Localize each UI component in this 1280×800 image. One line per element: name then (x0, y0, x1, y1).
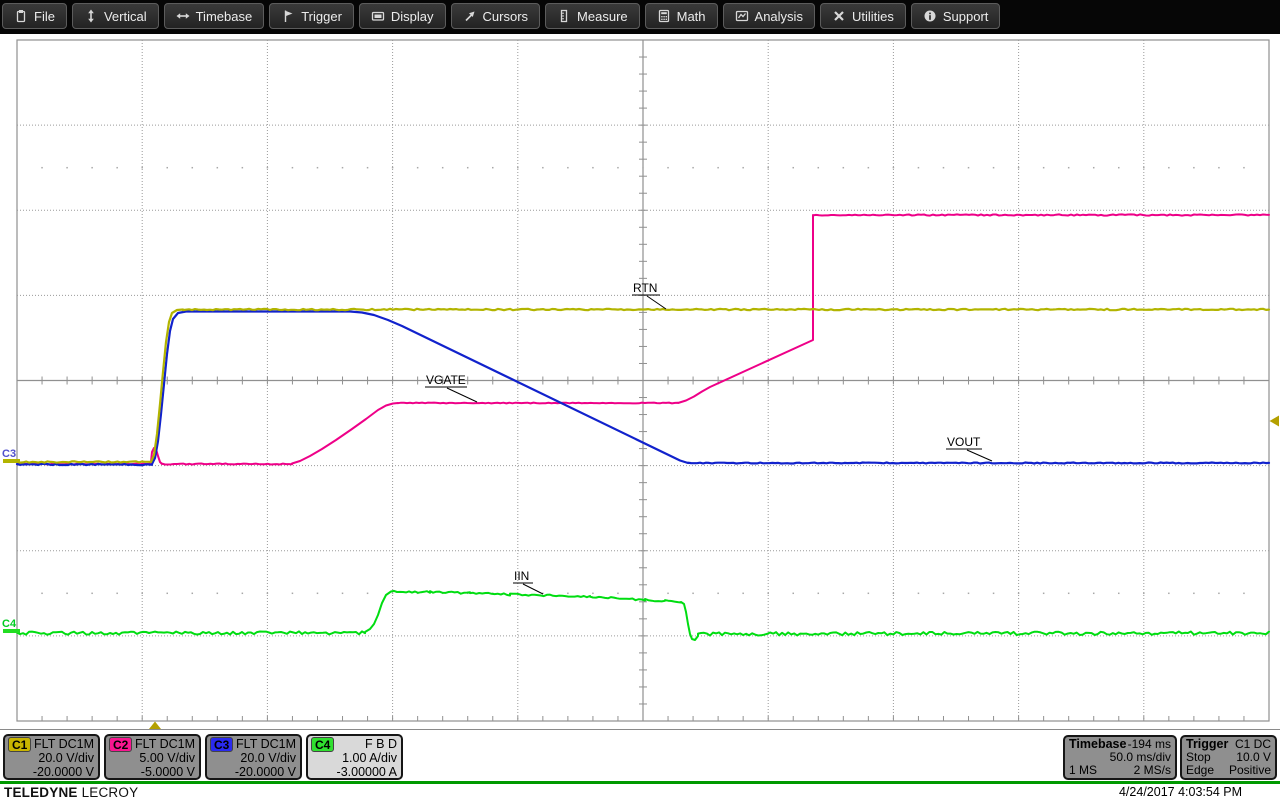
channel-marker-c3: C3 (2, 448, 16, 460)
horizontal-arrows-icon (176, 9, 190, 23)
menu-trigger-label: Trigger (301, 8, 342, 24)
bottom-panel: C1 FLT DC1M 20.0 V/div -20.0000 V C2 FLT… (0, 729, 1280, 781)
menu-vertical[interactable]: Vertical (71, 3, 159, 29)
menu-analysis[interactable]: Analysis (722, 3, 815, 29)
menu-math[interactable]: Math (644, 3, 718, 29)
info-icon (923, 9, 937, 23)
vertical-arrows-icon (84, 9, 98, 23)
timebase-samples: 1 MS (1069, 763, 1098, 777)
timebase-box[interactable]: Timebase -194 ms 50.0 ms/div 1 MS 2 MS/s (1063, 735, 1177, 780)
c4-chip: C4 (311, 737, 335, 752)
c2-coupling: FLT DC1M (135, 736, 195, 751)
c3-coupling: FLT DC1M (236, 736, 296, 751)
c1-scale: 20.0 V/div (38, 751, 94, 765)
grid (16, 39, 1270, 722)
trigger-slope: Positive (1228, 763, 1271, 777)
c3-chip: C3 (210, 737, 234, 752)
trace-label-vout: VOUT (947, 435, 981, 449)
c2-chip: C2 (109, 737, 133, 752)
brand-teledyne: TELEDYNE (4, 785, 78, 800)
footer: TELEDYNE LECROY 4/24/2017 4:03:54 PM (0, 784, 1280, 800)
menu-vertical-label: Vertical (103, 8, 147, 24)
scope-graticule: RTN VGATE VOUT IIN C3 C4 (2, 39, 1279, 729)
c3-offset: -20.0000 V (234, 764, 296, 779)
tools-icon (832, 9, 846, 23)
channel-marker-c4: C4 (2, 618, 17, 630)
trace-label-rtn: RTN (633, 281, 657, 295)
ruler-icon (557, 9, 571, 23)
trigger-level-marker (1269, 415, 1279, 427)
menu-utilities[interactable]: Utilities (819, 3, 906, 29)
display-icon (371, 9, 385, 23)
channel-box-c4[interactable]: C4 F B D 1.00 A/div -3.00000 A (306, 734, 403, 780)
c3-scale: 20.0 V/div (240, 751, 296, 765)
trigger-box[interactable]: Trigger C1 DC Stop 10.0 V Edge Positive (1180, 735, 1277, 780)
channel-box-c3[interactable]: C3 FLT DC1M 20.0 V/div -20.0000 V (205, 734, 302, 780)
menu-measure-label: Measure (577, 8, 628, 24)
menu-analysis-label: Analysis (754, 8, 803, 24)
menu-utilities-label: Utilities (851, 8, 894, 24)
menu-timebase-label: Timebase (195, 8, 253, 24)
trigger-type: Edge (1186, 763, 1215, 777)
menu-file[interactable]: File (2, 3, 67, 29)
brand-lecroy: LECROY (81, 785, 139, 800)
channel-box-c2[interactable]: C2 FLT DC1M 5.00 V/div -5.0000 V (104, 734, 201, 780)
menu-display-label: Display (390, 8, 434, 24)
menu-trigger[interactable]: Trigger (269, 3, 354, 29)
c2-offset: -5.0000 V (140, 764, 195, 779)
menu-math-label: Math (676, 8, 706, 24)
menu-support-label: Support (942, 8, 989, 24)
menu-cursors-label: Cursors (482, 8, 529, 24)
trigger-time-marker (149, 721, 161, 729)
menu-support[interactable]: Support (910, 3, 1001, 29)
c4-offset: -3.00000 A (336, 764, 397, 779)
menu-file-label: File (34, 8, 55, 24)
file-icon (14, 9, 28, 23)
datetime: 4/24/2017 4:03:54 PM (1118, 785, 1242, 799)
menu-timebase[interactable]: Timebase (163, 3, 265, 29)
cursor-arrow-icon (463, 9, 477, 23)
c2-scale: 5.00 V/div (139, 751, 195, 765)
menu-bar: File Vertical Timebase Trigger Display C… (0, 0, 1280, 34)
waveform-display[interactable]: RTN VGATE VOUT IIN C3 C4 (0, 34, 1280, 729)
c4-coupling: F B D (365, 736, 397, 751)
timebase-rate: 2 MS/s (1133, 763, 1171, 777)
calculator-icon (657, 9, 671, 23)
c4-scale: 1.00 A/div (342, 751, 397, 765)
trace-label-iin: IIN (514, 569, 529, 583)
menu-cursors[interactable]: Cursors (450, 3, 541, 29)
c1-offset: -20.0000 V (32, 764, 94, 779)
channel-box-c1[interactable]: C1 FLT DC1M 20.0 V/div -20.0000 V (3, 734, 100, 780)
trigger-flag-icon (281, 9, 295, 23)
chart-icon (735, 9, 749, 23)
menu-measure[interactable]: Measure (545, 3, 640, 29)
c1-chip: C1 (8, 737, 32, 752)
menu-display[interactable]: Display (358, 3, 446, 29)
trace-label-vgate: VGATE (426, 373, 466, 387)
brand-logo: TELEDYNE LECROY (4, 785, 138, 800)
c1-coupling: FLT DC1M (34, 736, 94, 751)
